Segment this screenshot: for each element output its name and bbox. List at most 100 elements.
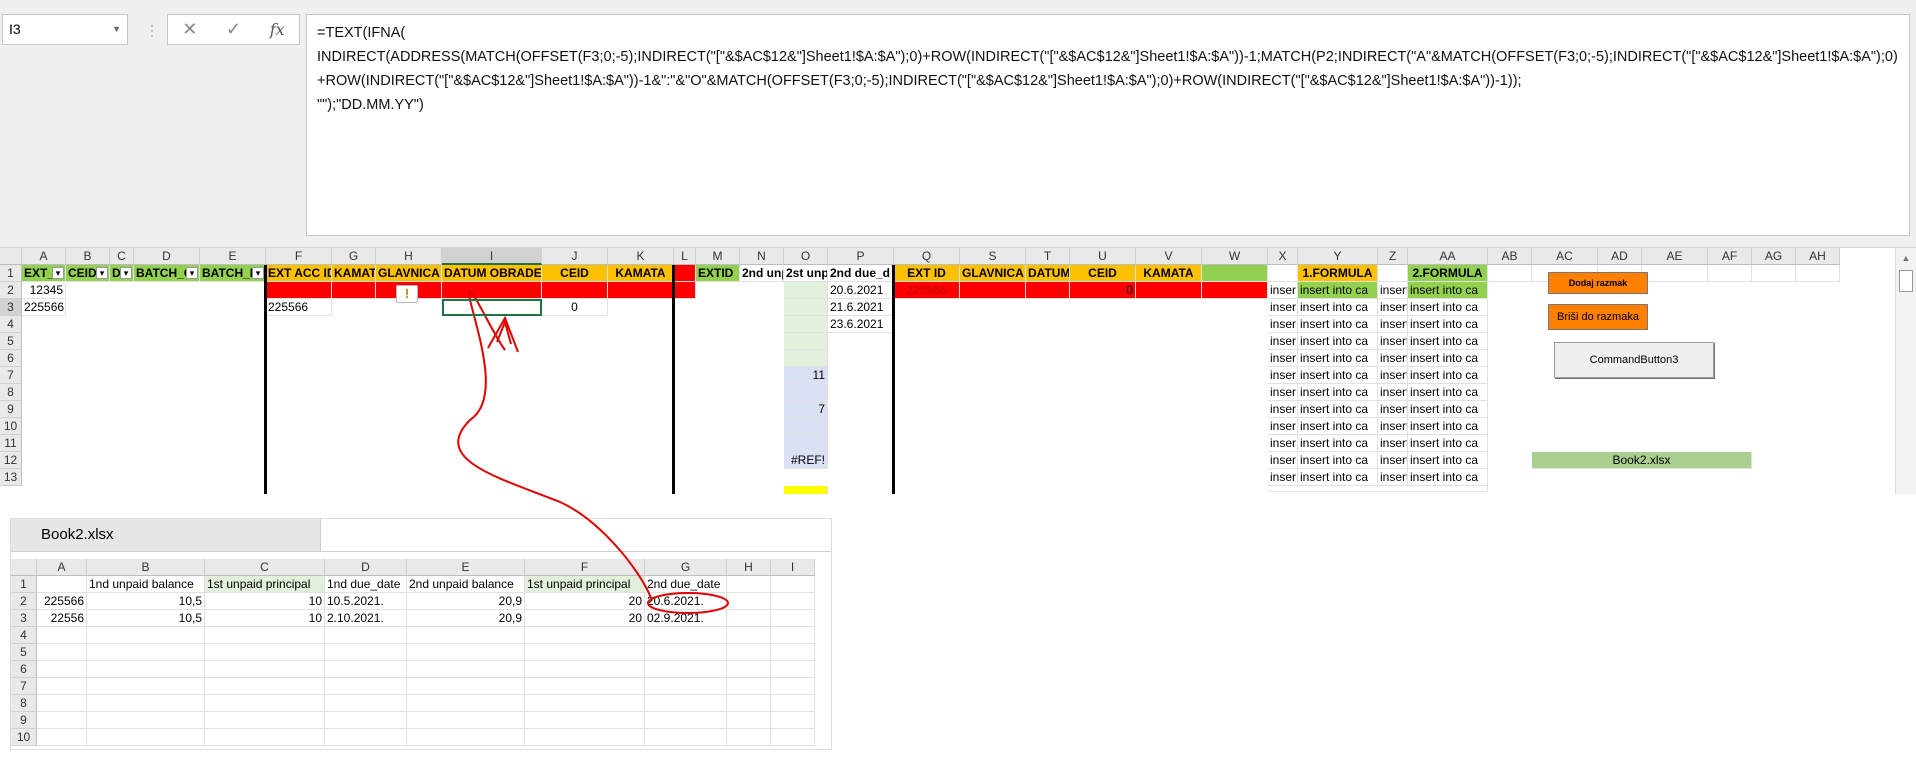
column-header-i[interactable]: I	[442, 248, 542, 265]
book2-cell-i5[interactable]	[771, 644, 815, 661]
formula-cell-x6[interactable]: inser	[1268, 350, 1298, 367]
column-header-j[interactable]: J	[542, 248, 608, 265]
formula-cell-aa13[interactable]: insert into ca	[1408, 469, 1488, 486]
brisi-do-razmaka-button[interactable]: Briši do razmaka	[1548, 304, 1648, 330]
red-band-v2[interactable]	[1136, 282, 1202, 299]
row-header-4[interactable]: 4	[0, 316, 22, 333]
column-header-ac[interactable]: AC	[1532, 248, 1598, 265]
formula-cell-y2[interactable]: insert into ca	[1298, 282, 1378, 299]
book2-cell-c5[interactable]	[205, 644, 325, 661]
book2-cell-e5[interactable]	[407, 644, 525, 661]
book2-cell-e10[interactable]	[407, 729, 525, 746]
book2-row-header-4[interactable]: 4	[11, 627, 37, 644]
formula-cell-x12[interactable]: inser	[1268, 452, 1298, 469]
book2-cell-c10[interactable]	[205, 729, 325, 746]
column-header-c[interactable]: C	[110, 248, 134, 265]
formula-cell-x10[interactable]: inser	[1268, 418, 1298, 435]
book2-cell-i6[interactable]	[771, 661, 815, 678]
header-cell-x[interactable]	[1268, 265, 1298, 282]
scroll-thumb[interactable]	[1899, 270, 1913, 292]
book2-column-header-a[interactable]: A	[37, 559, 87, 576]
header-cell-m[interactable]: EXTID	[696, 265, 740, 282]
formula-cell-x9[interactable]: inser	[1268, 401, 1298, 418]
column-header-x[interactable]: X	[1268, 248, 1298, 265]
filter-dropdown-icon[interactable]: ▾	[186, 267, 198, 279]
header-cell-y[interactable]: 1.FORMULA	[1298, 265, 1378, 282]
book2-row-header-7[interactable]: 7	[11, 678, 37, 695]
column-header-p[interactable]: P	[828, 248, 894, 265]
book2-header-c[interactable]: 1st unpaid principal	[205, 576, 325, 593]
book2-cell-f4[interactable]	[525, 627, 645, 644]
book2-cell-g3[interactable]: 02.9.2021.	[645, 610, 727, 627]
vertical-scrollbar[interactable]: ▲	[1895, 248, 1916, 494]
shaded-o5[interactable]	[784, 333, 828, 350]
column-header-o[interactable]: O	[784, 248, 828, 265]
book2-cell-e3[interactable]: 20,9	[407, 610, 525, 627]
cell-a3[interactable]: 225566	[22, 299, 66, 316]
book2-cell-a7[interactable]	[37, 678, 87, 695]
book2-cell-g10[interactable]	[645, 729, 727, 746]
book2-header-f[interactable]: 1st unpaid principal	[525, 576, 645, 593]
book2-cell-e7[interactable]	[407, 678, 525, 695]
book2-column-header-h[interactable]: H	[727, 559, 771, 576]
column-header-w[interactable]: W	[1202, 248, 1268, 265]
header-cell-af[interactable]	[1708, 265, 1752, 282]
formula-cell-x13[interactable]: inser	[1268, 469, 1298, 486]
check-icon[interactable]: ✓	[226, 19, 241, 40]
row-header-3[interactable]: 3	[0, 299, 22, 316]
formula-cell-y12[interactable]: insert into ca	[1298, 452, 1378, 469]
formula-cell-aa4[interactable]: insert into ca	[1408, 316, 1488, 333]
column-header-z[interactable]: Z	[1378, 248, 1408, 265]
close-icon[interactable]: ✕	[182, 19, 197, 40]
book2-cell-g2[interactable]: 20.6.2021.	[645, 593, 727, 610]
warning-icon[interactable]: !	[396, 285, 418, 303]
column-header-v[interactable]: V	[1136, 248, 1202, 265]
header-cell-h[interactable]: GLAVNICA	[376, 265, 442, 282]
shaded-o2[interactable]	[784, 282, 828, 299]
cell-p3[interactable]: 21.6.2021	[828, 299, 894, 316]
header-cell-u[interactable]: CEID	[1070, 265, 1136, 282]
row-header-12[interactable]: 12	[0, 452, 22, 469]
book2-column-header-e[interactable]: E	[407, 559, 525, 576]
book2-cell-c6[interactable]	[205, 661, 325, 678]
book2-header-h[interactable]	[727, 576, 771, 593]
header-cell-z[interactable]	[1378, 265, 1408, 282]
book2-cell-h2[interactable]	[727, 593, 771, 610]
book2-cell-b6[interactable]	[87, 661, 205, 678]
book2-cell-h3[interactable]	[727, 610, 771, 627]
book2-row-header-8[interactable]: 8	[11, 695, 37, 712]
book2-cell-c4[interactable]	[205, 627, 325, 644]
book2-header-d[interactable]: 1nd due_date	[325, 576, 407, 593]
formula-cell-x4[interactable]: inser	[1268, 316, 1298, 333]
dodaj-razmak-button[interactable]: Dodaj razmak	[1548, 272, 1648, 294]
cell-p4[interactable]: 23.6.2021	[828, 316, 894, 333]
header-cell-k[interactable]: KAMATA	[608, 265, 674, 282]
book2-row-header-6[interactable]: 6	[11, 661, 37, 678]
formula-cell-z10[interactable]: insert	[1378, 418, 1408, 435]
row-header-8[interactable]: 8	[0, 384, 22, 401]
book2-cell-d10[interactable]	[325, 729, 407, 746]
red-band-g2[interactable]	[332, 282, 376, 299]
red-band-l2[interactable]	[674, 282, 696, 299]
red-band-k2[interactable]	[608, 282, 674, 299]
header-cell-w[interactable]	[1202, 265, 1268, 282]
book2-cell-a9[interactable]	[37, 712, 87, 729]
formula-cell-y4[interactable]: insert into ca	[1298, 316, 1378, 333]
book2-header-b[interactable]: 1nd unpaid balance	[87, 576, 205, 593]
formula-cell-z7[interactable]: insert	[1378, 367, 1408, 384]
filter-dropdown-icon[interactable]: ▾	[120, 267, 132, 279]
header-cell-ah[interactable]	[1796, 265, 1840, 282]
formula-cell-z5[interactable]: insert	[1378, 333, 1408, 350]
row-header-13[interactable]: 13	[0, 469, 22, 486]
header-cell-f[interactable]: EXT ACC ID	[266, 265, 332, 282]
header-cell-s[interactable]: GLAVNICA	[960, 265, 1026, 282]
formula-cell-y11[interactable]: insert into ca	[1298, 435, 1378, 452]
header-cell-j[interactable]: CEID	[542, 265, 608, 282]
row-header-5[interactable]: 5	[0, 333, 22, 350]
row-header-9[interactable]: 9	[0, 401, 22, 418]
select-all-corner[interactable]	[0, 248, 22, 265]
red-band-j2[interactable]	[542, 282, 608, 299]
book2-cell-b3[interactable]: 10,5	[87, 610, 205, 627]
book2-cell-e9[interactable]	[407, 712, 525, 729]
chevron-down-icon[interactable]: ▼	[112, 15, 121, 44]
